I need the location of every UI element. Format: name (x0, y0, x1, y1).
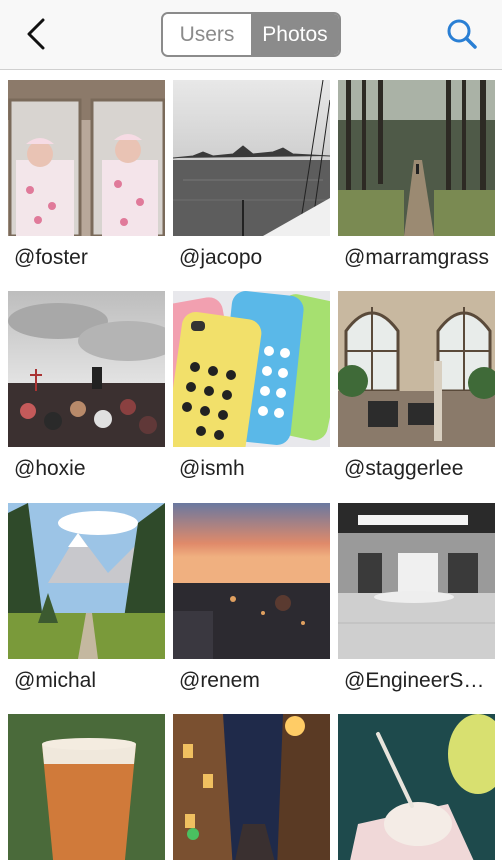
back-button[interactable] (18, 14, 54, 54)
photo-thumbnail[interactable] (8, 80, 165, 236)
photo-card[interactable] (173, 714, 330, 860)
photo-username[interactable]: @marramgrass (344, 246, 494, 270)
photo-card[interactable] (8, 714, 165, 860)
photo-card[interactable]: @hoxie (8, 291, 165, 480)
photo-username[interactable]: @EngineerS… (344, 669, 494, 693)
photo-thumbnail[interactable] (173, 714, 330, 860)
tab-users[interactable]: Users (163, 14, 251, 55)
photo-thumbnail[interactable] (173, 503, 330, 659)
photo-thumbnail[interactable] (173, 291, 330, 447)
photo-card[interactable]: @jacopo (173, 80, 330, 269)
photo-username[interactable]: @hoxie (14, 457, 164, 481)
users-photos-segmented-control: Users Photos (161, 12, 341, 57)
photo-username[interactable]: @jacopo (179, 246, 329, 270)
photo-card[interactable]: @staggerlee (338, 291, 495, 480)
photo-card[interactable] (338, 714, 495, 860)
photo-thumbnail[interactable] (338, 503, 495, 659)
photo-card[interactable]: @EngineerS… (338, 503, 495, 692)
photo-thumbnail[interactable] (8, 714, 165, 860)
photo-thumbnail[interactable] (338, 291, 495, 447)
photo-thumbnail[interactable] (8, 503, 165, 659)
photo-username[interactable]: @michal (14, 669, 164, 693)
navigation-bar: Users Photos (0, 0, 502, 70)
photo-card[interactable]: @ismh (173, 291, 330, 480)
tab-photos[interactable]: Photos (251, 14, 339, 55)
photo-card[interactable]: @renem (173, 503, 330, 692)
photo-thumbnail[interactable] (338, 80, 495, 236)
photo-card[interactable]: @foster (8, 80, 165, 269)
search-button[interactable] (440, 14, 484, 54)
photo-username[interactable]: @foster (14, 246, 164, 270)
photo-thumbnail[interactable] (173, 80, 330, 236)
search-icon (447, 19, 477, 49)
photo-username[interactable]: @staggerlee (344, 457, 494, 481)
photo-username[interactable]: @ismh (179, 457, 329, 481)
photo-card[interactable]: @marramgrass (338, 80, 495, 269)
photo-thumbnail[interactable] (8, 291, 165, 447)
chevron-left-icon (27, 18, 45, 50)
photo-card[interactable]: @michal (8, 503, 165, 692)
photo-username[interactable]: @renem (179, 669, 329, 693)
photo-thumbnail[interactable] (338, 714, 495, 860)
